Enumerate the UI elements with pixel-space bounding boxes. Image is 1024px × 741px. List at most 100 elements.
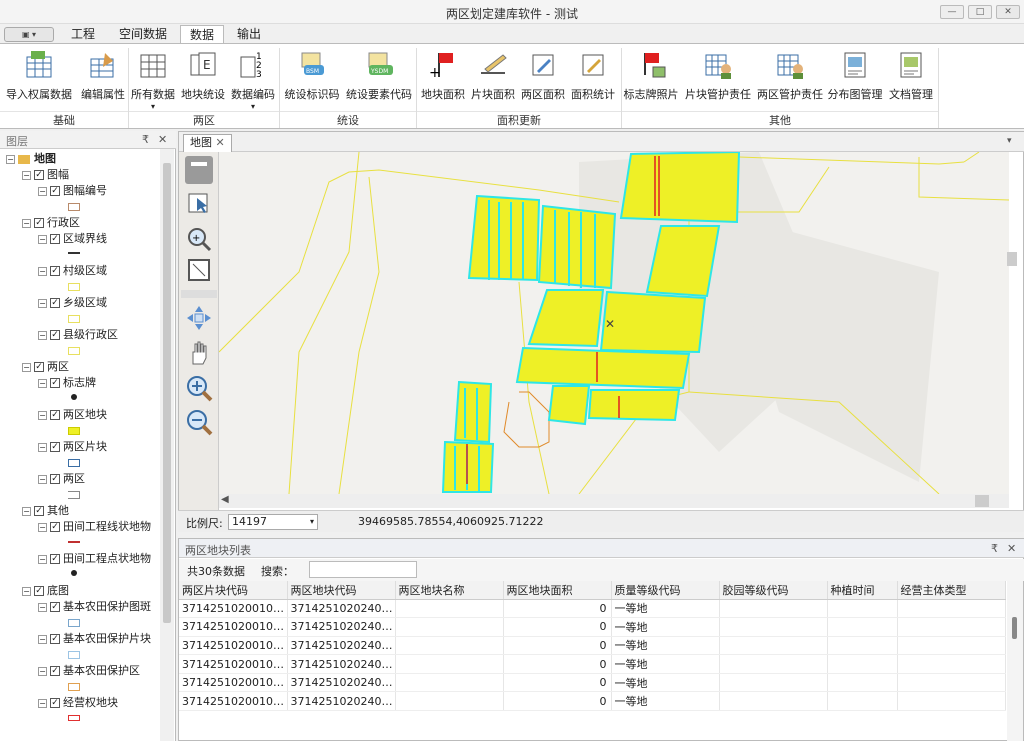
table-row[interactable]: 371425102001003 37142510202400... 0 一等地 (179, 636, 1006, 656)
document-manage-button[interactable]: 文档管理 (884, 49, 938, 109)
tab-project[interactable]: 工程 (62, 25, 104, 44)
column-header[interactable]: 两区地块面积 (503, 581, 612, 600)
tree-layer[interactable]: − ✓ 县级行政区 (38, 327, 118, 343)
table-cell (897, 691, 1006, 712)
search-label: 搜索： (261, 565, 294, 578)
scroll-thumb[interactable] (163, 163, 171, 623)
zone-responsibility-button[interactable]: 两区管护责任 (754, 49, 826, 109)
all-data-button[interactable]: 所有数据 ▾ (130, 49, 176, 111)
chevron-down-icon[interactable]: ▾ (1007, 136, 1012, 146)
ysdm-tag-icon: YSDM (368, 52, 393, 75)
app-menu-button[interactable]: ▣ ▾ (4, 27, 54, 42)
edit-attributes-button[interactable]: 编辑属性 (76, 49, 130, 109)
table-row[interactable]: 371425102001003 37142510202400... 0 一等地 (179, 599, 1006, 619)
minimize-button[interactable]: — (940, 5, 964, 19)
pin-icon[interactable]: ₹ (991, 542, 998, 555)
scroll-right-icon[interactable] (975, 495, 989, 507)
layers-panel-title: 图层 (6, 135, 28, 148)
scroll-thumb[interactable] (1012, 617, 1017, 639)
tree-layer[interactable]: − ✓ 标志牌 (38, 375, 96, 391)
tree-layer[interactable]: − ✓ 乡级区域 (38, 295, 107, 311)
data-encode-button[interactable]: 123 数据编码 ▾ (228, 49, 278, 111)
column-header[interactable]: 种植时间 (827, 581, 898, 600)
layers-panel: 图层 ₹ ✕ − 地图 − ✓ 图幅 − ✓ 图幅编号 − ✓ 行政区 − ✓ 区域界线 − ✓ 村级… (0, 131, 176, 741)
tree-layer[interactable]: − ✓ 经营权地块 (38, 695, 118, 711)
pan-arrows-icon[interactable] (185, 304, 213, 332)
pin-icon[interactable]: ₹ (142, 133, 149, 146)
tab-map[interactable]: 地图 ✕ (183, 134, 232, 152)
column-header[interactable]: 两区片块代码 (179, 581, 288, 600)
tree-layer[interactable]: − ✓ 两区片块 (38, 439, 107, 455)
tree-group-other[interactable]: − ✓ 其他 (22, 503, 69, 519)
tab-data[interactable]: 数据 (180, 25, 225, 44)
map-vscroll-thumb[interactable] (1007, 252, 1017, 266)
tree-layer[interactable]: − ✓ 基本农田保护图斑 (38, 599, 151, 615)
table-row[interactable]: 371425102001003 37142510202400... 0 一等地 (179, 654, 1006, 674)
map-canvas[interactable]: ✕ (219, 152, 1009, 494)
column-header[interactable]: 两区地块名称 (395, 581, 504, 600)
identify-icon[interactable]: + (185, 224, 213, 252)
tree-layer[interactable]: − ✓ 图幅编号 (38, 183, 107, 199)
table-scrollbar[interactable] (1007, 581, 1023, 741)
tree-group-two-zones[interactable]: − ✓ 两区 (22, 359, 69, 375)
scale-select[interactable]: 14197 ▾ (228, 514, 318, 530)
tree-group-basemap[interactable]: − ✓ 底图 (22, 583, 69, 599)
zoom-out-icon[interactable] (185, 408, 213, 436)
zone-area-button[interactable]: 两区面积 (518, 49, 568, 109)
tree-node-map[interactable]: − 地图 (6, 151, 56, 167)
tab-spatial-data[interactable]: 空间数据 (110, 25, 176, 44)
import-ownership-button[interactable]: 导入权属数据 (4, 49, 74, 109)
map-hscrollbar[interactable]: ◀ (219, 494, 1009, 508)
set-element-code-button[interactable]: YSDM 统设要素代码 (344, 49, 414, 109)
column-header[interactable]: 质量等级代码 (611, 581, 720, 600)
tree-layer[interactable]: − ✓ 两区 (38, 471, 85, 487)
search-input[interactable] (309, 561, 417, 578)
column-header[interactable]: 胶园等级代码 (719, 581, 828, 600)
tree-layer[interactable]: − ✓ 基本农田保护片块 (38, 631, 151, 647)
tree-layer[interactable]: − ✓ 两区地块 (38, 407, 107, 423)
tree-layer[interactable]: − ✓ 田间工程线状地物 (38, 519, 151, 535)
hand-icon[interactable] (185, 338, 213, 366)
chevron-down-icon: ▾ (309, 517, 314, 526)
column-header[interactable]: 两区地块代码 (287, 581, 396, 600)
table-cell: 37142510202400... (287, 654, 396, 674)
parcel-list-panel: 两区地块列表 ₹ ✕ 共30条数据 搜索： 两区片块代码 两区地块代码 两区地块… (178, 538, 1024, 741)
full-extent-icon[interactable] (185, 256, 213, 284)
layer-checkbox[interactable]: ✓ (34, 170, 44, 180)
close-icon[interactable]: ✕ (1007, 542, 1016, 555)
collapse-icon[interactable]: − (6, 154, 15, 164)
parcel-stats-button[interactable]: E 地块统设 (178, 49, 228, 109)
distribution-map-button[interactable]: 分布图管理 (826, 49, 884, 109)
maximize-button[interactable]: □ (968, 5, 992, 19)
tree-layer[interactable]: − ✓ 区域界线 (38, 231, 107, 247)
tree-scrollbar[interactable] (160, 149, 174, 741)
table-cell (897, 654, 1006, 674)
block-responsibility-button[interactable]: 片块管护责任 (682, 49, 754, 109)
table-cell: 37142510202400... (287, 636, 396, 656)
table-header-row: 两区片块代码 两区地块代码 两区地块名称 两区地块面积 质量等级代码 胶园等级代… (179, 581, 1006, 600)
column-header[interactable]: 经营主体类型 (897, 581, 1006, 600)
set-identifier-button[interactable]: BSM 统设标识码 (282, 49, 342, 109)
table-cell: 0 (503, 691, 612, 712)
scroll-left-icon[interactable]: ◀ (221, 494, 229, 505)
tree-group-mapsheet[interactable]: − ✓ 图幅 (22, 167, 69, 183)
sign-photo-button[interactable]: 标志牌照片 (622, 49, 680, 109)
table-cell (395, 617, 504, 637)
tree-layer[interactable]: − ✓ 基本农田保护区 (38, 663, 140, 679)
block-area-button[interactable]: 片块面积 (468, 49, 518, 109)
select-feature-icon[interactable] (185, 188, 213, 216)
table-row[interactable]: 371425102001003 37142510202400... 0 一等地 (179, 691, 1006, 712)
layer-panel-icon[interactable] (185, 156, 213, 184)
tree-layer[interactable]: − ✓ 田间工程点状地物 (38, 551, 151, 567)
table-row[interactable]: 371425102001001 37142510202400... 0 一等地 (179, 673, 1006, 693)
parcel-area-button[interactable]: + 地块面积 (418, 49, 468, 109)
close-button[interactable]: ✕ (996, 5, 1020, 19)
close-icon[interactable]: ✕ (216, 136, 225, 149)
tree-group-admin[interactable]: − ✓ 行政区 (22, 215, 80, 231)
table-row[interactable]: 371425102001003 37142510202400... 0 一等地 (179, 617, 1006, 637)
close-icon[interactable]: ✕ (158, 133, 167, 146)
area-stats-button[interactable]: 面积统计 (568, 49, 618, 109)
zoom-in-icon[interactable] (185, 374, 213, 402)
tab-output[interactable]: 输出 (228, 25, 270, 44)
tree-layer[interactable]: − ✓ 村级区域 (38, 263, 107, 279)
